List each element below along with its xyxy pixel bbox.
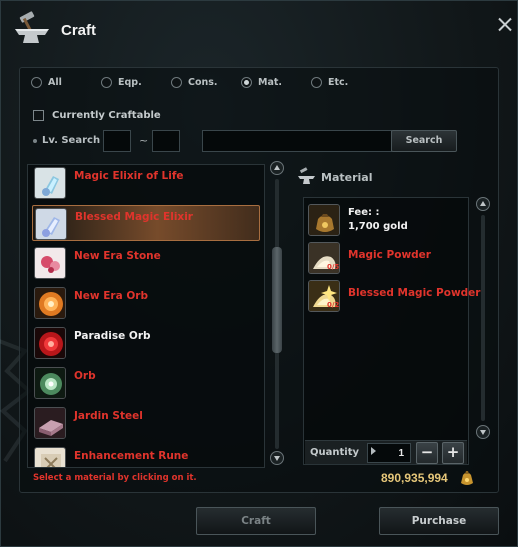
recipe-name: Jardin Steel <box>74 410 143 422</box>
gold-amount: 890,935,994 <box>381 471 448 485</box>
recipe-name: Magic Elixir of Life <box>74 170 184 182</box>
list-item[interactable]: New Era Orb <box>32 285 260 321</box>
recipe-name: Paradise Orb <box>74 330 151 342</box>
range-separator: ~ <box>139 134 149 147</box>
material-count: 0/2 <box>327 301 340 309</box>
radio-icon <box>311 76 322 88</box>
level-search-row: Lv. Search ~ Search <box>33 129 463 155</box>
craft-window: Craft All Eqp. Cons. Mat. Etc. Currently… <box>0 0 518 547</box>
checkbox-label: Currently Craftable <box>52 109 161 121</box>
increase-button[interactable]: + <box>442 442 464 464</box>
search-input[interactable] <box>202 130 392 152</box>
radio-icon <box>171 76 182 88</box>
scroll-track <box>481 215 485 421</box>
filter-label: Etc. <box>328 76 349 88</box>
filter-consumables[interactable]: Cons. <box>171 74 218 90</box>
list-item[interactable]: Jardin Steel <box>32 405 260 441</box>
material-name: Magic Powder <box>348 249 431 261</box>
quantity-label: Quantity <box>310 447 359 458</box>
scroll-down-icon[interactable] <box>270 451 284 465</box>
list-item[interactable]: Enhancement Rune <box>32 445 260 467</box>
radio-icon <box>31 76 42 88</box>
filter-materials[interactable]: Mat. <box>241 74 282 90</box>
material-header: Material <box>297 167 372 187</box>
material-title: Material <box>321 170 373 184</box>
material-panel: Fee: : 1,700 gold 0/5 Magic Powder 0/2 B… <box>303 197 480 465</box>
filter-etc[interactable]: Etc. <box>311 74 348 90</box>
filter-label: All <box>48 76 62 88</box>
recipe-list: Magic Elixir of Life Blessed Magic Elixi… <box>27 164 265 468</box>
material-name: Blessed Magic Powder <box>348 287 481 299</box>
blessed-potion-icon <box>35 208 67 240</box>
list-item[interactable]: Magic Elixir of Life <box>32 165 260 201</box>
recipe-list-scrollbar[interactable] <box>269 161 285 467</box>
scroll-thumb[interactable] <box>272 247 282 353</box>
anvil-hammer-icon <box>15 11 49 43</box>
quantity-stepper: Quantity − + <box>305 440 467 464</box>
gold-pouch-icon <box>461 471 473 485</box>
recipe-name: Blessed Magic Elixir <box>75 211 193 223</box>
green-orb-icon <box>34 367 66 399</box>
checkbox-icon <box>33 109 44 121</box>
radio-icon <box>101 76 112 88</box>
category-filter: All Eqp. Cons. Mat. Etc. <box>31 74 491 92</box>
window-title: Craft <box>61 22 97 39</box>
list-item-selected[interactable]: Blessed Magic Elixir <box>32 205 260 241</box>
hint-text: Select a material by clicking on it. <box>33 473 197 483</box>
anvil-icon <box>298 167 315 184</box>
rune-icon <box>34 447 66 467</box>
recipe-name: New Era Orb <box>74 290 148 302</box>
level-max-input[interactable] <box>152 130 180 152</box>
level-min-input[interactable] <box>103 130 131 152</box>
title-bar: Craft <box>1 1 518 53</box>
scroll-up-icon[interactable] <box>476 197 490 211</box>
steel-ingot-icon <box>34 407 66 439</box>
list-item[interactable]: Paradise Orb <box>32 325 260 361</box>
era-stone-icon <box>34 247 66 279</box>
fee-row: Fee: : 1,700 gold <box>308 204 468 238</box>
material-item[interactable]: 0/2 Blessed Magic Powder <box>308 280 480 314</box>
material-scrollbar[interactable] <box>475 197 491 441</box>
recipe-name: New Era Stone <box>74 250 161 262</box>
filter-label: Cons. <box>188 76 218 88</box>
close-button[interactable] <box>495 15 515 35</box>
red-orb-icon <box>34 327 66 359</box>
currently-craftable-checkbox[interactable]: Currently Craftable <box>33 108 161 122</box>
search-button[interactable]: Search <box>391 130 457 152</box>
purchase-button[interactable]: Purchase <box>379 507 499 535</box>
filter-equipment[interactable]: Eqp. <box>101 74 142 90</box>
filter-label: Eqp. <box>118 76 142 88</box>
scroll-down-icon[interactable] <box>476 425 490 439</box>
list-item[interactable]: New Era Stone <box>32 245 260 281</box>
potion-bottle-icon <box>34 167 66 199</box>
bullet-icon <box>33 139 37 143</box>
material-count: 0/5 <box>327 263 340 271</box>
filter-label: Mat. <box>258 76 283 88</box>
recipe-name: Enhancement Rune <box>74 450 189 462</box>
recipe-name: Orb <box>74 370 96 382</box>
craft-button[interactable]: Craft <box>196 507 316 535</box>
fee-label: Fee: : <box>348 207 380 218</box>
chevron-right-icon[interactable] <box>371 447 376 455</box>
list-item[interactable]: Orb <box>32 365 260 401</box>
gold-pouch-icon <box>308 204 340 236</box>
orange-orb-icon <box>34 287 66 319</box>
material-item[interactable]: 0/5 Magic Powder <box>308 242 468 276</box>
level-search-label: Lv. Search <box>42 135 101 146</box>
decrease-button[interactable]: − <box>416 442 438 464</box>
filter-all[interactable]: All <box>31 74 62 90</box>
fee-value: 1,700 gold <box>348 221 408 232</box>
radio-selected-icon <box>241 76 252 88</box>
scroll-up-icon[interactable] <box>270 161 284 175</box>
